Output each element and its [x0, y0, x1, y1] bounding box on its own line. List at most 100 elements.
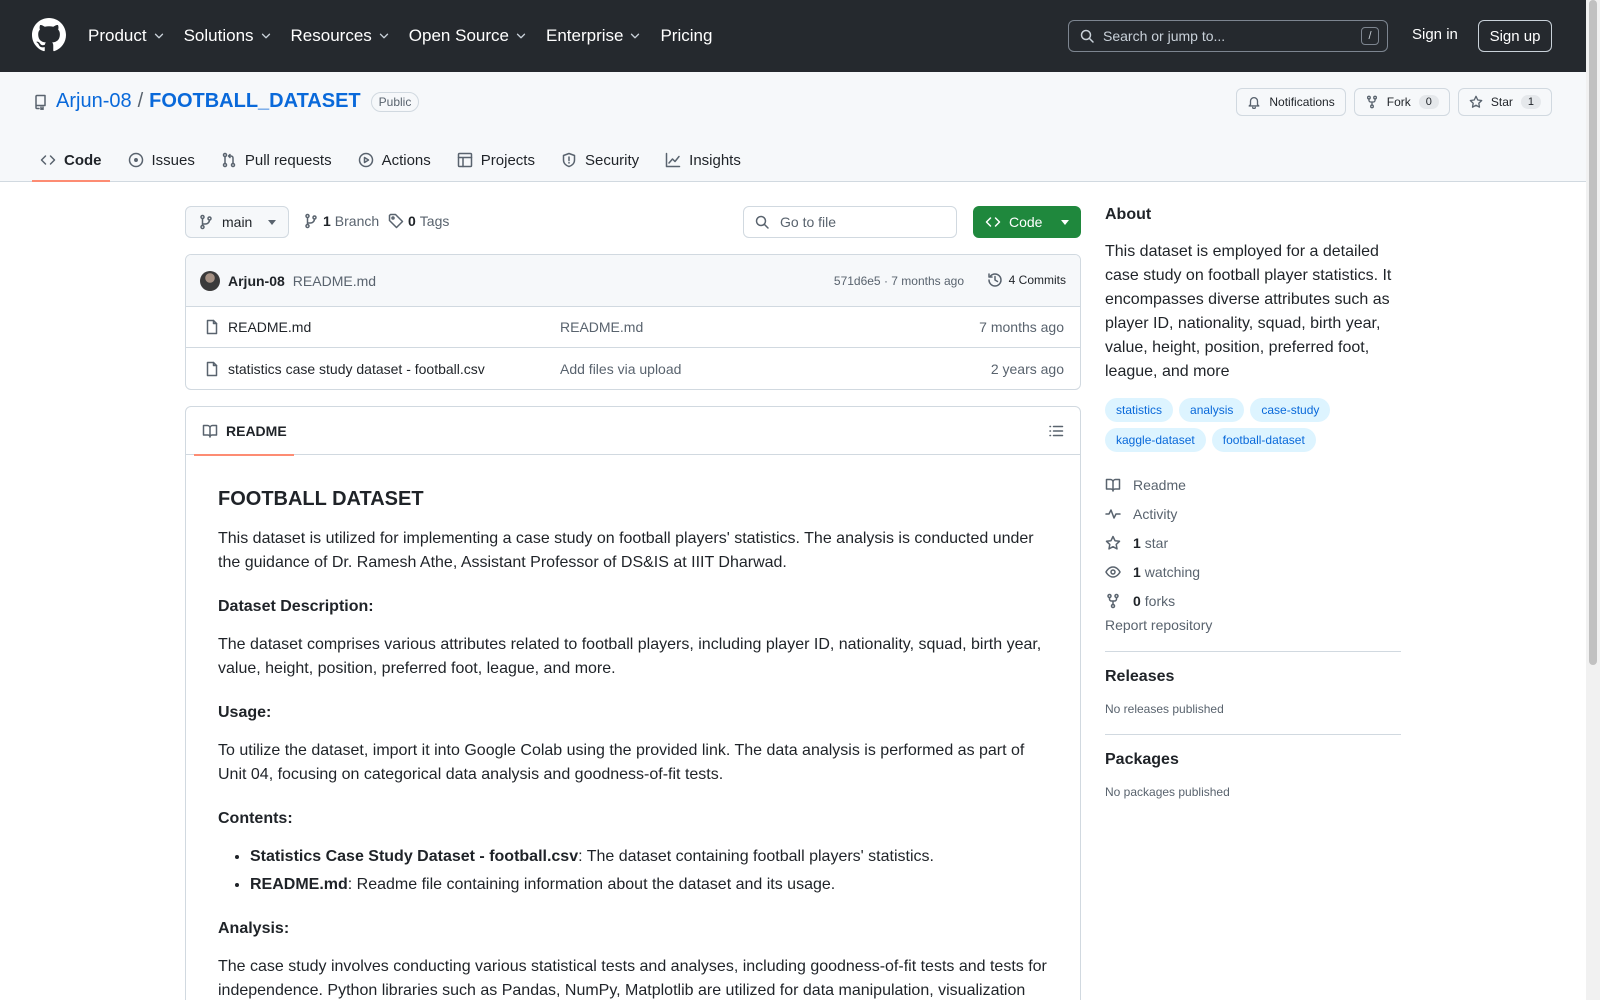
fork-button[interactable]: Fork 0: [1353, 88, 1450, 116]
branch-label: Branch: [334, 213, 380, 229]
file-time: 7 months ago: [979, 319, 1064, 335]
readme-link[interactable]: Readme: [1105, 470, 1401, 499]
stars-label: star: [1144, 534, 1169, 551]
tab-code-label: Code: [64, 151, 102, 169]
page-scrollbar[interactable]: [1586, 0, 1600, 1000]
avatar[interactable]: [200, 270, 220, 291]
branch-select-button[interactable]: main: [185, 206, 289, 238]
nav-product[interactable]: Product: [88, 26, 166, 46]
history-icon: [987, 273, 1002, 287]
releases-heading[interactable]: Releases: [1105, 668, 1401, 686]
forks-link[interactable]: 0 forks: [1105, 586, 1401, 615]
commits-count-label: 4 Commits: [1008, 273, 1066, 287]
tab-insights[interactable]: Insights: [657, 138, 749, 182]
pull-request-icon: [222, 152, 236, 168]
github-logo-icon[interactable]: [32, 18, 66, 52]
file-name-link[interactable]: statistics case study dataset - football…: [228, 361, 485, 377]
global-header: Product Solutions Resources Open Source …: [0, 0, 1600, 72]
report-repository-link[interactable]: Report repository: [1105, 617, 1401, 633]
readme-tab[interactable]: README: [194, 407, 294, 456]
stars-link[interactable]: 1 star: [1105, 528, 1401, 557]
commit-hash-time[interactable]: 571d6e5 · 7 months ago: [834, 274, 964, 288]
nav-open-source[interactable]: Open Source: [409, 26, 528, 46]
tab-actions[interactable]: Actions: [350, 138, 439, 182]
search-icon: [1080, 29, 1094, 43]
eye-icon: [1105, 565, 1121, 578]
go-to-file-input[interactable]: Go to file: [743, 206, 957, 238]
latest-commit-bar: Arjun-08 README.md 571d6e5 · 7 months ag…: [186, 255, 1080, 307]
topic-tag[interactable]: kaggle-dataset: [1105, 428, 1206, 452]
nav-pricing[interactable]: Pricing: [660, 26, 712, 46]
repo-name-link[interactable]: FOOTBALL_DATASET: [149, 90, 360, 113]
star-count: 1: [1520, 95, 1541, 109]
readme-analysis-text: The case study involves conducting vario…: [218, 958, 1047, 999]
tab-security[interactable]: Security: [553, 138, 647, 182]
search-shortcut-key: /: [1361, 27, 1379, 45]
notifications-button[interactable]: Notifications: [1236, 88, 1346, 116]
play-icon: [358, 152, 373, 168]
list-item-text: : The dataset containing football player…: [578, 848, 934, 865]
star-icon: [1105, 535, 1121, 550]
star-button[interactable]: Star 1: [1457, 88, 1552, 116]
repo-owner-link[interactable]: Arjun-08: [56, 90, 132, 113]
tab-pull-requests[interactable]: Pull requests: [213, 138, 340, 182]
file-toolbar: main 1 Branch 0 Tags Go to file Code: [185, 206, 1081, 238]
watchers-link[interactable]: 1 watching: [1105, 557, 1401, 586]
about-sidebar: About This dataset is employed for a det…: [1105, 206, 1401, 799]
packages-heading[interactable]: Packages: [1105, 751, 1401, 769]
stars-count: 1: [1133, 534, 1141, 551]
file-icon: [206, 319, 218, 335]
code-download-button[interactable]: Code: [973, 206, 1081, 238]
watching-label: watching: [1144, 563, 1201, 580]
branches-link[interactable]: 1 Branch: [303, 213, 379, 229]
nav-pricing-label: Pricing: [660, 26, 713, 45]
chevron-down-icon: [631, 33, 640, 39]
file-name-link[interactable]: README.md: [228, 319, 311, 335]
topic-tag[interactable]: statistics: [1105, 398, 1174, 422]
tab-issues[interactable]: Issues: [120, 138, 203, 182]
topic-tag[interactable]: football-dataset: [1211, 428, 1316, 452]
tags-link[interactable]: 0 Tags: [388, 213, 449, 229]
topic-tag[interactable]: case-study: [1250, 398, 1331, 422]
nav-enterprise-label: Enterprise: [545, 26, 624, 45]
readme-analysis-heading: Analysis:: [218, 920, 290, 937]
tab-projects-label: Projects: [480, 151, 535, 169]
tab-pull-requests-label: Pull requests: [244, 151, 332, 169]
list-icon[interactable]: [1048, 423, 1064, 439]
forks-count: 0: [1133, 592, 1141, 609]
nav-enterprise[interactable]: Enterprise: [546, 26, 642, 46]
tab-projects[interactable]: Projects: [449, 138, 543, 182]
file-commit-link[interactable]: Add files via upload: [560, 361, 681, 377]
nav-open-source-label: Open Source: [408, 26, 509, 45]
commits-history-link[interactable]: 4 Commits: [987, 272, 1066, 288]
repo-title: Arjun-08 / FOOTBALL_DATASET Public: [32, 90, 420, 113]
readme-desc-heading: Dataset Description:: [218, 598, 374, 615]
shield-icon: [562, 152, 576, 168]
tab-insights-label: Insights: [689, 151, 741, 169]
topic-tag[interactable]: analysis: [1179, 398, 1245, 422]
topics-list: statistics analysis case-study kaggle-da…: [1105, 398, 1345, 452]
global-nav: Product Solutions Resources Open Source …: [88, 0, 730, 72]
readme-usage-text: To utilize the dataset, import it into G…: [218, 742, 1025, 783]
sign-in-link[interactable]: Sign in: [1412, 26, 1458, 43]
file-commit-link[interactable]: README.md: [560, 319, 643, 335]
tab-code[interactable]: Code: [32, 138, 110, 182]
global-search-input[interactable]: Search or jump to... /: [1068, 20, 1388, 52]
commit-author-link[interactable]: Arjun-08: [228, 273, 285, 289]
scrollbar-thumb[interactable]: [1589, 0, 1597, 665]
go-to-file-placeholder: Go to file: [780, 214, 837, 230]
file-icon: [206, 361, 218, 376]
repo-actions: Notifications Fork 0 Star 1: [1236, 88, 1552, 116]
list-item: README.md: Readme file containing inform…: [250, 873, 1048, 897]
star-icon: [1469, 95, 1483, 108]
commit-message-link[interactable]: README.md: [293, 273, 376, 289]
nav-resources[interactable]: Resources: [291, 26, 391, 46]
tag-label: Tags: [419, 213, 450, 229]
activity-link[interactable]: Activity: [1105, 499, 1401, 528]
visibility-badge: Public: [370, 91, 420, 112]
nav-solutions[interactable]: Solutions: [184, 26, 273, 46]
file-list: Arjun-08 README.md 571d6e5 · 7 months ag…: [185, 254, 1081, 390]
tab-issues-label: Issues: [151, 151, 195, 169]
list-item: Statistics Case Study Dataset - football…: [250, 845, 1048, 869]
sign-up-button[interactable]: Sign up: [1478, 20, 1552, 52]
